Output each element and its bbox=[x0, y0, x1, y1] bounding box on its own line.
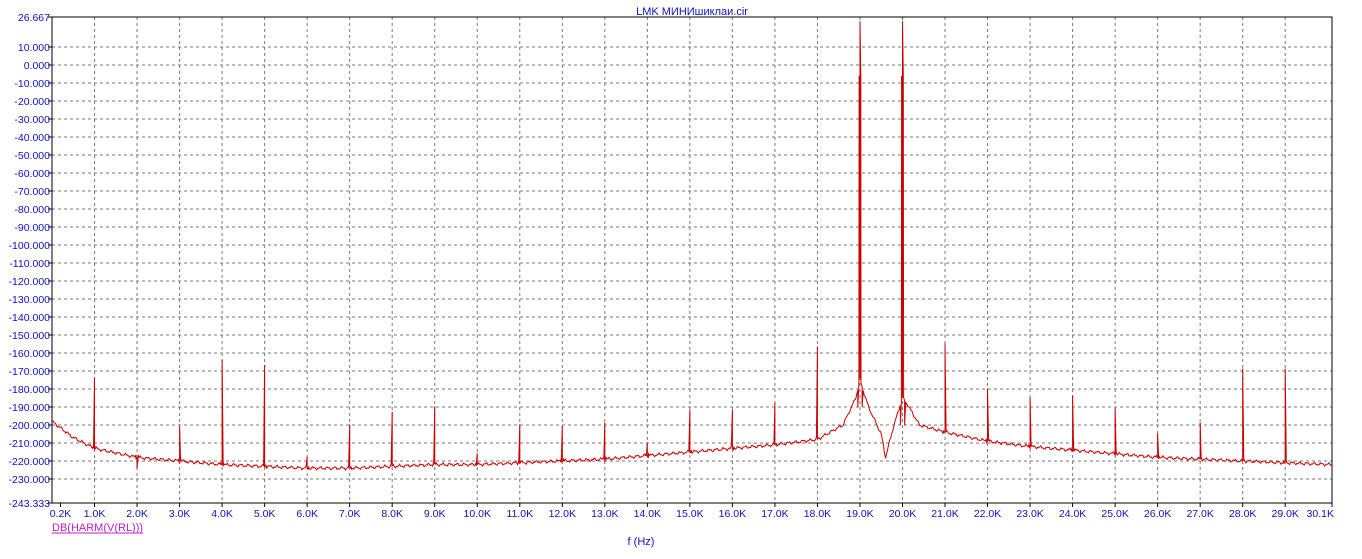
y-tick-label: 0.000 bbox=[24, 60, 50, 72]
harmonic-peak bbox=[604, 422, 606, 424]
x-tick-label: 5.0K bbox=[254, 508, 276, 520]
y-tick-label: -120.000 bbox=[9, 276, 51, 288]
x-tick-label: 6.0K bbox=[296, 508, 318, 520]
harmonic-peak bbox=[859, 21, 861, 23]
x-tick-label: 23.0K bbox=[1016, 508, 1043, 520]
harmonic-peak bbox=[689, 410, 691, 412]
harmonic-peak bbox=[901, 21, 904, 23]
harmonic-peak bbox=[93, 377, 96, 379]
x-tick-label: 19.0K bbox=[846, 508, 873, 520]
x-tick-label: 3.0K bbox=[169, 508, 191, 520]
y-tick-label: 10.000 bbox=[18, 42, 50, 54]
harmonic-peak bbox=[816, 347, 819, 349]
y-tick-label: -220.000 bbox=[9, 456, 51, 468]
harmonic-peak bbox=[944, 343, 946, 345]
harmonic-peak bbox=[1114, 408, 1116, 410]
series-layer bbox=[51, 21, 1333, 471]
y-tick-label: -90.000 bbox=[14, 222, 50, 234]
harmonic-peak bbox=[986, 388, 989, 390]
harmonic-peak bbox=[391, 411, 393, 414]
harmonic-peak bbox=[264, 365, 266, 367]
harmonic-peak bbox=[1242, 368, 1244, 370]
spectrum-chart: LMK МИНИшиклаи.cir 26.667 10.000 0.000 -10.… bbox=[9, 6, 1334, 548]
legend-entry[interactable]: DB(HARM(V(RL))) bbox=[52, 522, 143, 534]
harmonic-peak bbox=[349, 424, 351, 426]
x-axis-ticks: 0.2K 1.0K 2.0K 3.0K 4.0K 5.0K 6.0K 7.0K 8.0K 9.0K… bbox=[50, 503, 1334, 520]
y-tick-label: -200.000 bbox=[9, 420, 51, 432]
harmonic-peak bbox=[1157, 433, 1159, 435]
harmonic-peak bbox=[306, 456, 308, 459]
x-tick-label: 25.0K bbox=[1101, 508, 1128, 520]
y-tick-label: -190.000 bbox=[9, 402, 51, 414]
x-tick-label: 27.0K bbox=[1186, 508, 1213, 520]
y-tick-label: -170.000 bbox=[9, 366, 51, 378]
harmonic-peak bbox=[561, 426, 563, 428]
harmonic-peak bbox=[434, 406, 436, 408]
x-tick-label: 9.0K bbox=[424, 508, 446, 520]
harmonic-peak bbox=[221, 359, 223, 361]
grid-lines bbox=[52, 17, 1332, 503]
x-tick-label: 24.0K bbox=[1059, 508, 1086, 520]
y-tick-label: -230.000 bbox=[9, 474, 51, 486]
x-tick-label: 10.0K bbox=[464, 508, 491, 520]
plot-frame bbox=[51, 16, 1333, 504]
chart-title: LMK МИНИшиклаи.cir bbox=[636, 6, 748, 18]
harmonic-peak bbox=[1199, 422, 1201, 424]
x-tick-label: 8.0K bbox=[381, 508, 403, 520]
y-tick-label: -150.000 bbox=[9, 330, 51, 342]
x-tick-label: 20.0K bbox=[889, 508, 916, 520]
x-tick-label: 17.0K bbox=[761, 508, 788, 520]
x-tick-label: 11.0K bbox=[506, 508, 533, 520]
y-tick-label: -40.000 bbox=[14, 132, 50, 144]
x-tick-label: 22.0K bbox=[974, 508, 1001, 520]
y-tick-label: -80.000 bbox=[14, 204, 50, 216]
y-tick-label: -210.000 bbox=[9, 438, 51, 450]
x-tick-label: 4.0K bbox=[211, 508, 233, 520]
y-tick-label: -243.333 bbox=[9, 498, 51, 510]
harmonic-peak bbox=[774, 402, 776, 405]
x-tick-label: 28.0K bbox=[1229, 508, 1256, 520]
y-tick-label: -20.000 bbox=[14, 96, 50, 108]
harmonic-peak bbox=[178, 426, 181, 428]
y-axis-ticks: 26.667 10.000 0.000 -10.000 -20.000 -30.000 -4… bbox=[9, 12, 52, 510]
harmonic-peak bbox=[476, 453, 478, 455]
y-tick-label: 26.667 bbox=[18, 12, 50, 24]
x-tick-label: 13.0K bbox=[591, 508, 618, 520]
y-tick-label: -130.000 bbox=[9, 294, 51, 306]
harmonic-peak bbox=[519, 424, 521, 426]
y-tick-label: -60.000 bbox=[14, 168, 50, 180]
series-line bbox=[51, 21, 1333, 471]
harmonic-peak bbox=[731, 410, 733, 412]
x-tick-label: 0.2K bbox=[50, 508, 72, 520]
x-tick-label: 7.0K bbox=[339, 508, 361, 520]
y-tick-label: -160.000 bbox=[9, 348, 51, 360]
harmonic-peak bbox=[1071, 395, 1074, 397]
y-tick-label: -30.000 bbox=[14, 114, 50, 126]
y-tick-label: -70.000 bbox=[14, 186, 50, 198]
y-tick-label: -140.000 bbox=[9, 312, 51, 324]
x-tick-label: 2.0K bbox=[126, 508, 148, 520]
y-tick-label: -50.000 bbox=[14, 150, 50, 162]
x-tick-label: 1.0K bbox=[84, 508, 106, 520]
x-tick-label: 30.1K bbox=[1307, 508, 1334, 520]
x-tick-label: 15.0K bbox=[676, 508, 703, 520]
x-tick-label: 21.0K bbox=[931, 508, 958, 520]
harmonic-peak bbox=[646, 442, 648, 444]
x-tick-label: 26.0K bbox=[1144, 508, 1171, 520]
x-tick-label: 14.0K bbox=[634, 508, 661, 520]
harmonic-peak bbox=[1284, 368, 1286, 370]
x-tick-label: 29.0K bbox=[1271, 508, 1298, 520]
y-tick-label: -110.000 bbox=[9, 258, 50, 270]
y-tick-label: -100.000 bbox=[9, 240, 51, 252]
y-tick-label: -180.000 bbox=[9, 384, 51, 396]
x-axis-label: f (Hz) bbox=[628, 536, 655, 548]
x-tick-label: 16.0K bbox=[719, 508, 746, 520]
y-tick-label: -10.000 bbox=[14, 78, 50, 90]
x-tick-label: 18.0K bbox=[804, 508, 831, 520]
harmonic-peak bbox=[136, 467, 138, 469]
harmonic-peak bbox=[1029, 397, 1031, 399]
x-tick-label: 12.0K bbox=[549, 508, 576, 520]
